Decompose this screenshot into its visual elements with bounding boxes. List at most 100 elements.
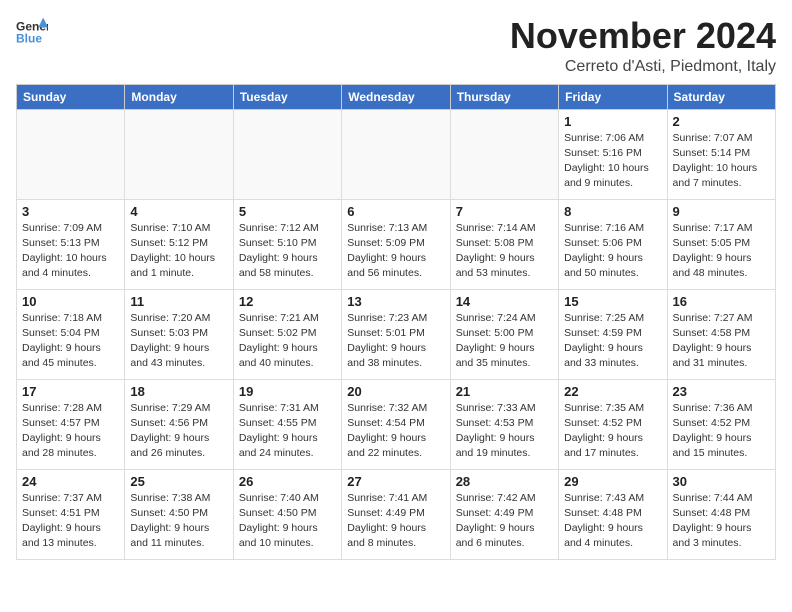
- day-number: 8: [564, 204, 661, 219]
- calendar-cell: 28 Sunrise: 7:42 AM Sunset: 4:49 PM Dayli…: [450, 469, 558, 559]
- day-number: 1: [564, 114, 661, 129]
- day-info: Sunrise: 7:33 AM Sunset: 4:53 PM Dayligh…: [456, 401, 553, 462]
- day-info: Sunrise: 7:42 AM Sunset: 4:49 PM Dayligh…: [456, 491, 553, 552]
- weekday-header-wednesday: Wednesday: [342, 84, 450, 109]
- day-number: 15: [564, 294, 661, 309]
- calendar-table: SundayMondayTuesdayWednesdayThursdayFrid…: [16, 84, 776, 560]
- calendar-cell: 29Sunrise: 7:43 AM Sunset: 4:48 PM Dayli…: [559, 469, 667, 559]
- calendar-cell: 24 Sunrise: 7:37 AM Sunset: 4:51 PM Dayli…: [17, 469, 125, 559]
- day-number: 4: [130, 204, 227, 219]
- calendar-cell: 7Sunrise: 7:14 AM Sunset: 5:08 PM Daylig…: [450, 199, 558, 289]
- day-info: Sunrise: 7:10 AM Sunset: 5:12 PM Dayligh…: [130, 221, 227, 282]
- calendar-cell: 14 Sunrise: 7:24 AM Sunset: 5:00 PM Dayli…: [450, 289, 558, 379]
- weekday-header-monday: Monday: [125, 84, 233, 109]
- calendar-cell: 2 Sunrise: 7:07 AM Sunset: 5:14 PM Daylig…: [667, 109, 775, 199]
- page-header: General Blue November 2024 Cerreto d'Ast…: [16, 16, 776, 76]
- day-info: Sunrise: 7:41 AM Sunset: 4:49 PM Dayligh…: [347, 491, 444, 552]
- day-number: 29: [564, 474, 661, 489]
- calendar-cell: 27 Sunrise: 7:41 AM Sunset: 4:49 PM Dayli…: [342, 469, 450, 559]
- calendar-cell: 22 Sunrise: 7:35 AM Sunset: 4:52 PM Dayli…: [559, 379, 667, 469]
- day-number: 18: [130, 384, 227, 399]
- svg-text:Blue: Blue: [16, 31, 42, 45]
- day-info: Sunrise: 7:12 AM Sunset: 5:10 PM Dayligh…: [239, 221, 336, 282]
- calendar-cell: [233, 109, 341, 199]
- day-info: Sunrise: 7:40 AM Sunset: 4:50 PM Dayligh…: [239, 491, 336, 552]
- day-info: Sunrise: 7:20 AM Sunset: 5:03 PM Dayligh…: [130, 311, 227, 372]
- day-number: 13: [347, 294, 444, 309]
- weekday-header-saturday: Saturday: [667, 84, 775, 109]
- day-info: Sunrise: 7:29 AM Sunset: 4:56 PM Dayligh…: [130, 401, 227, 462]
- day-number: 17: [22, 384, 119, 399]
- day-info: Sunrise: 7:06 AM Sunset: 5:16 PM Dayligh…: [564, 131, 661, 192]
- calendar-cell: 3 Sunrise: 7:09 AM Sunset: 5:13 PM Daylig…: [17, 199, 125, 289]
- day-info: Sunrise: 7:09 AM Sunset: 5:13 PM Dayligh…: [22, 221, 119, 282]
- weekday-header-sunday: Sunday: [17, 84, 125, 109]
- title-block: November 2024 Cerreto d'Asti, Piedmont, …: [510, 16, 776, 76]
- day-number: 20: [347, 384, 444, 399]
- week-row-2: 3 Sunrise: 7:09 AM Sunset: 5:13 PM Daylig…: [17, 199, 776, 289]
- location-subtitle: Cerreto d'Asti, Piedmont, Italy: [510, 58, 776, 76]
- calendar-cell: 12 Sunrise: 7:21 AM Sunset: 5:02 PM Dayli…: [233, 289, 341, 379]
- day-number: 16: [673, 294, 770, 309]
- calendar-cell: 11Sunrise: 7:20 AM Sunset: 5:03 PM Dayli…: [125, 289, 233, 379]
- day-number: 24: [22, 474, 119, 489]
- calendar-cell: 26Sunrise: 7:40 AM Sunset: 4:50 PM Dayli…: [233, 469, 341, 559]
- calendar-cell: [450, 109, 558, 199]
- day-info: Sunrise: 7:23 AM Sunset: 5:01 PM Dayligh…: [347, 311, 444, 372]
- day-number: 14: [456, 294, 553, 309]
- day-info: Sunrise: 7:24 AM Sunset: 5:00 PM Dayligh…: [456, 311, 553, 372]
- day-info: Sunrise: 7:37 AM Sunset: 4:51 PM Dayligh…: [22, 491, 119, 552]
- day-number: 3: [22, 204, 119, 219]
- calendar-cell: 17 Sunrise: 7:28 AM Sunset: 4:57 PM Dayli…: [17, 379, 125, 469]
- calendar-cell: 25Sunrise: 7:38 AM Sunset: 4:50 PM Dayli…: [125, 469, 233, 559]
- day-info: Sunrise: 7:07 AM Sunset: 5:14 PM Dayligh…: [673, 131, 770, 192]
- day-info: Sunrise: 7:28 AM Sunset: 4:57 PM Dayligh…: [22, 401, 119, 462]
- day-info: Sunrise: 7:27 AM Sunset: 4:58 PM Dayligh…: [673, 311, 770, 372]
- day-number: 21: [456, 384, 553, 399]
- day-info: Sunrise: 7:17 AM Sunset: 5:05 PM Dayligh…: [673, 221, 770, 282]
- week-row-5: 24 Sunrise: 7:37 AM Sunset: 4:51 PM Dayli…: [17, 469, 776, 559]
- day-info: Sunrise: 7:38 AM Sunset: 4:50 PM Dayligh…: [130, 491, 227, 552]
- logo: General Blue: [16, 16, 48, 48]
- weekday-header-row: SundayMondayTuesdayWednesdayThursdayFrid…: [17, 84, 776, 109]
- weekday-header-thursday: Thursday: [450, 84, 558, 109]
- day-info: Sunrise: 7:13 AM Sunset: 5:09 PM Dayligh…: [347, 221, 444, 282]
- week-row-1: 1 Sunrise: 7:06 AM Sunset: 5:16 PM Daylig…: [17, 109, 776, 199]
- day-number: 10: [22, 294, 119, 309]
- calendar-cell: [342, 109, 450, 199]
- calendar-cell: 9 Sunrise: 7:17 AM Sunset: 5:05 PM Daylig…: [667, 199, 775, 289]
- day-info: Sunrise: 7:14 AM Sunset: 5:08 PM Dayligh…: [456, 221, 553, 282]
- calendar-cell: [125, 109, 233, 199]
- calendar-cell: 8Sunrise: 7:16 AM Sunset: 5:06 PM Daylig…: [559, 199, 667, 289]
- day-number: 28: [456, 474, 553, 489]
- day-number: 30: [673, 474, 770, 489]
- calendar-cell: 23 Sunrise: 7:36 AM Sunset: 4:52 PM Dayli…: [667, 379, 775, 469]
- week-row-4: 17 Sunrise: 7:28 AM Sunset: 4:57 PM Dayli…: [17, 379, 776, 469]
- calendar-cell: [17, 109, 125, 199]
- day-info: Sunrise: 7:25 AM Sunset: 4:59 PM Dayligh…: [564, 311, 661, 372]
- day-info: Sunrise: 7:36 AM Sunset: 4:52 PM Dayligh…: [673, 401, 770, 462]
- calendar-cell: 20Sunrise: 7:32 AM Sunset: 4:54 PM Dayli…: [342, 379, 450, 469]
- calendar-cell: 5 Sunrise: 7:12 AM Sunset: 5:10 PM Daylig…: [233, 199, 341, 289]
- calendar-cell: 15 Sunrise: 7:25 AM Sunset: 4:59 PM Dayli…: [559, 289, 667, 379]
- day-number: 23: [673, 384, 770, 399]
- calendar-cell: 18 Sunrise: 7:29 AM Sunset: 4:56 PM Dayli…: [125, 379, 233, 469]
- calendar-cell: 13 Sunrise: 7:23 AM Sunset: 5:01 PM Dayli…: [342, 289, 450, 379]
- day-number: 5: [239, 204, 336, 219]
- day-number: 19: [239, 384, 336, 399]
- day-info: Sunrise: 7:18 AM Sunset: 5:04 PM Dayligh…: [22, 311, 119, 372]
- day-info: Sunrise: 7:44 AM Sunset: 4:48 PM Dayligh…: [673, 491, 770, 552]
- day-number: 12: [239, 294, 336, 309]
- month-year-title: November 2024: [510, 16, 776, 56]
- day-info: Sunrise: 7:21 AM Sunset: 5:02 PM Dayligh…: [239, 311, 336, 372]
- day-number: 22: [564, 384, 661, 399]
- day-number: 9: [673, 204, 770, 219]
- day-info: Sunrise: 7:35 AM Sunset: 4:52 PM Dayligh…: [564, 401, 661, 462]
- weekday-header-friday: Friday: [559, 84, 667, 109]
- day-number: 2: [673, 114, 770, 129]
- calendar-cell: 10 Sunrise: 7:18 AM Sunset: 5:04 PM Dayli…: [17, 289, 125, 379]
- calendar-cell: 4 Sunrise: 7:10 AM Sunset: 5:12 PM Daylig…: [125, 199, 233, 289]
- day-number: 6: [347, 204, 444, 219]
- calendar-cell: 21 Sunrise: 7:33 AM Sunset: 4:53 PM Dayli…: [450, 379, 558, 469]
- day-number: 27: [347, 474, 444, 489]
